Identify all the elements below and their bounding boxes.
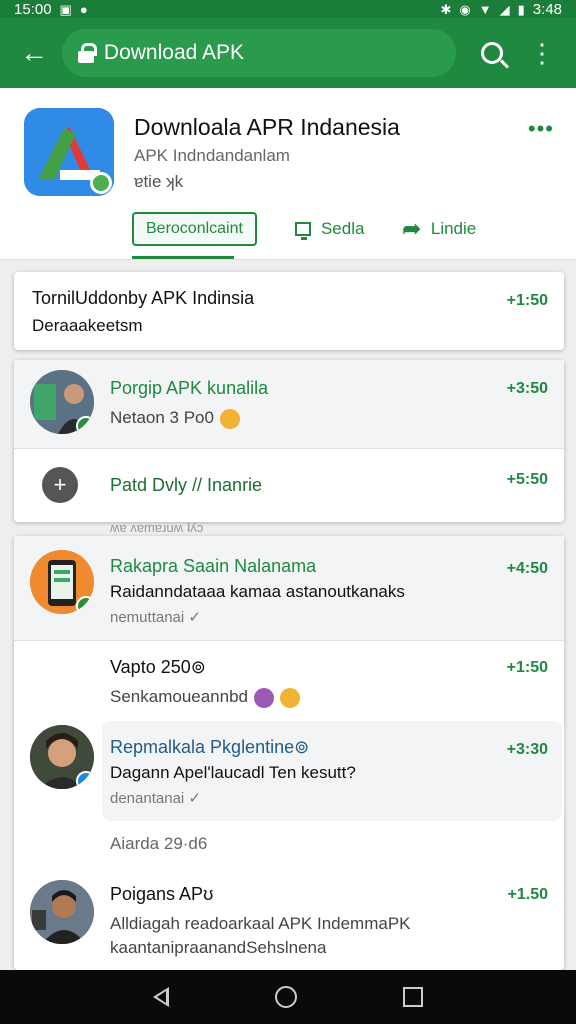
share-button[interactable]: ➦ Lindie: [402, 216, 476, 242]
bluetooth-icon: ✱: [440, 1, 452, 17]
app-subtitle: APK Indndandanlam: [134, 146, 290, 165]
app-meta: ɐtie ʞk: [134, 172, 184, 191]
verified-badge-icon: [76, 416, 94, 434]
badge-icon: [254, 687, 275, 708]
header-actions: Beroconlcaint Sedla ➦ Lindie: [132, 212, 476, 246]
item-subtitle: Netaon 3 Po0: [110, 408, 240, 429]
item-amount: +4:50: [506, 560, 548, 577]
search-button[interactable]: [470, 31, 514, 75]
item-title: Poigans APʊ: [110, 884, 214, 904]
item-subtitle-text: Netaon 3 Po0: [110, 408, 214, 427]
signal-icon: ◢: [499, 1, 510, 17]
item-subtitle: Senkamoueannbd: [110, 687, 301, 708]
search-icon: [481, 42, 504, 64]
nav-home-icon[interactable]: [275, 986, 297, 1008]
download-button[interactable]: Beroconlcaint: [132, 212, 257, 246]
list-item[interactable]: Vapto 250⊚ Senkamoueannbd +1:50: [14, 641, 564, 721]
smiley-icon: [219, 408, 240, 429]
clipped-text: ʍɐ ʌɐmɐɹuʍ ʇʎɔ: [110, 520, 204, 535]
more-vert-icon[interactable]: ⋮: [520, 31, 564, 75]
item-title: Patd Dvly // Inanrie: [110, 475, 263, 495]
item-amount: +1:50: [506, 292, 548, 309]
avatar: [30, 550, 94, 614]
item-title: Repmalkala Pkglentine⊚: [110, 737, 310, 757]
app-logo: [24, 108, 114, 196]
app-title: Downloala APR Indanesia: [134, 114, 400, 140]
item-subtitle-text: Senkamoueannbd: [110, 687, 249, 706]
share-label: Lindie: [430, 219, 477, 238]
nav-back-icon[interactable]: [153, 987, 169, 1007]
item-title: Vapto 250⊚: [110, 657, 206, 677]
transaction-list: TornilUddonby APK Indinsia Deraaakeetsm …: [0, 262, 576, 970]
item-subtitle: Raidanndataaa kamaa astanoutkanaks: [110, 582, 405, 601]
item-amount: +3:30: [506, 741, 548, 758]
share-icon: ➦: [402, 216, 421, 241]
status-bar: 15:00 ▣ ● ✱ ◉ ▼ ◢ ▮ 3:48: [0, 0, 576, 18]
list-card: Porgip APK kunalila Netaon 3 Po0 +3:50 +…: [14, 360, 564, 522]
item-title: Rakapra Saain Nalanama: [110, 556, 317, 576]
monitor-icon: [294, 222, 311, 240]
list-item[interactable]: TornilUddonby APK Indinsia Deraaakeetsm …: [14, 272, 564, 350]
item-title: Porgip APK kunalila: [110, 378, 269, 398]
verified-badge-icon: [76, 596, 94, 614]
nav-recent-icon[interactable]: [403, 987, 423, 1007]
more-horiz-icon[interactable]: •••: [528, 116, 554, 142]
item-subtitle: Dagann Apel'laucadl Ten kesutt?: [110, 763, 356, 782]
verified-badge-icon: [90, 172, 112, 194]
item-meta: denantanai ✓: [110, 790, 201, 807]
avatar: [30, 880, 94, 944]
smirk-icon: [280, 687, 301, 708]
info-badge-icon: [76, 771, 94, 789]
item-amount: +5:50: [506, 471, 548, 488]
status-clock: 3:48: [532, 0, 562, 18]
sync-icon: ◉: [459, 1, 471, 17]
item-amount: +1.50: [507, 886, 548, 903]
status-time: 15:00: [14, 0, 52, 18]
list-item[interactable]: + Patd Dvly // Inanrie +5:50: [14, 449, 564, 521]
active-tab-indicator: [132, 256, 234, 259]
item-subtitle-2: kaantanipraanandSehslnena: [110, 938, 327, 957]
item-subtitle: Alldiagah readoarkaal APK IndemmaPK: [110, 914, 411, 933]
item-title: TornilUddonby APK Indinsia: [32, 288, 255, 308]
list-item[interactable]: Repmalkala Pkglentine⊚ Dagann Apel'lauca…: [14, 721, 564, 825]
item-meta: nemuttanai ✓: [110, 609, 201, 626]
alarm-icon: ●: [79, 1, 88, 17]
wifi-icon: ▼: [478, 1, 492, 17]
avatar: [30, 725, 94, 789]
item-subtitle: Deraaakeetsm: [32, 316, 143, 335]
section-label: Aiarda 29·d6: [110, 834, 208, 853]
item-amount: +3:50: [506, 380, 548, 397]
item-amount: +1:50: [506, 659, 548, 676]
app-bar: ← Download APK ⋮: [0, 18, 576, 88]
list-item[interactable]: Poigans APʊ Alldiagah readoarkaal APK In…: [14, 866, 564, 970]
avatar: [30, 370, 94, 434]
battery-icon: ▮: [517, 1, 525, 17]
add-circle-icon: +: [42, 467, 78, 503]
gallery-icon: ▣: [59, 1, 72, 17]
app-header: Downloala APR Indanesia APK Indndandanla…: [0, 88, 576, 260]
list-card: ʍɐ ʌɐmɐɹuʍ ʇʎɔ Rakapra Saain Nalanama Ra…: [14, 520, 564, 970]
arrow-left-icon[interactable]: ←: [12, 31, 56, 75]
tab-sedla-label: Sedla: [320, 219, 365, 238]
list-item[interactable]: Rakapra Saain Nalanama Raidanndataaa kam…: [14, 536, 564, 640]
url-text: Download APK: [103, 41, 244, 64]
system-nav-bar: [0, 970, 576, 1024]
url-bar[interactable]: Download APK: [61, 29, 457, 77]
lock-icon: [77, 43, 97, 63]
tab-sedla[interactable]: Sedla: [294, 219, 365, 240]
list-item[interactable]: Porgip APK kunalila Netaon 3 Po0 +3:50: [14, 360, 564, 448]
